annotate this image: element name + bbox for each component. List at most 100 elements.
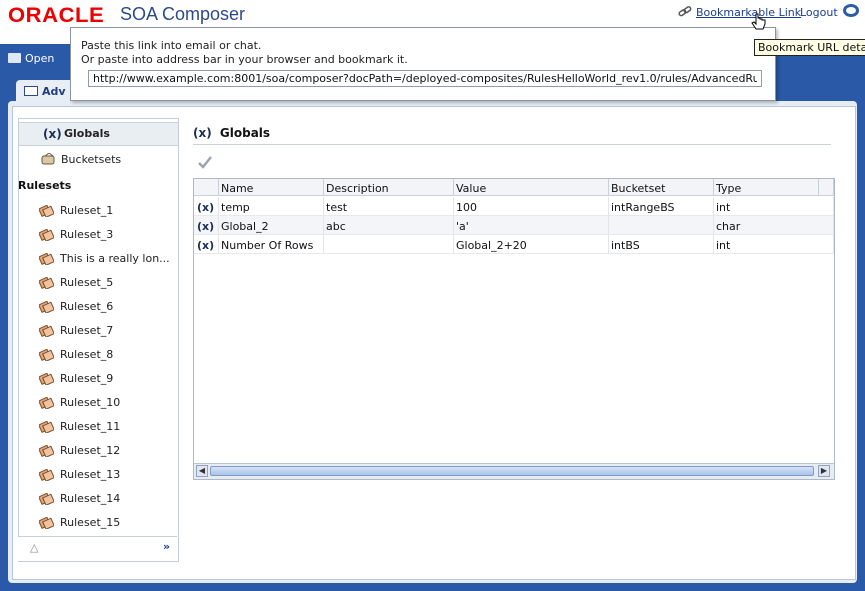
bucketset-icon — [41, 153, 55, 165]
row-x-icon: (x) — [194, 235, 219, 254]
hand-cursor-icon — [751, 13, 766, 30]
col-header-value[interactable]: Value — [454, 179, 609, 196]
table-cell-bucketset[interactable] — [609, 216, 714, 235]
nav-item-ruleset[interactable]: Ruleset_13 — [18, 463, 177, 487]
oracle-logo: ORACLE — [8, 4, 105, 27]
nav-item-globals[interactable]: (x) Globals — [19, 122, 178, 146]
collapse-icon[interactable]: △ — [30, 541, 38, 554]
col-header-type[interactable]: Type — [714, 179, 819, 196]
nav-item-bucketsets[interactable]: Bucketsets — [19, 148, 178, 172]
table-cell-name[interactable]: Number Of Rows — [219, 235, 324, 254]
ruleset-list: Ruleset_1 Ruleset_3 This is a really lon..… — [18, 199, 177, 535]
col-header-name[interactable]: Name — [219, 179, 324, 196]
link-chain-icon — [678, 6, 692, 17]
nav-item-ruleset[interactable]: Ruleset_15 — [18, 511, 177, 535]
nav-item-ruleset[interactable]: Ruleset_8 — [18, 343, 177, 367]
globals-table: Name Description Value Bucketset Type (x… — [193, 178, 835, 480]
globals-title-x-icon: (x) — [193, 126, 212, 140]
ruleset-label: This is a really lon... — [60, 252, 170, 265]
table-cell-type[interactable]: char — [714, 216, 834, 235]
bookmarkable-link-label: Bookmarkable Link — [696, 6, 802, 19]
nav-item-ruleset[interactable]: Ruleset_1 — [18, 199, 177, 223]
globals-x-icon: (x) — [43, 127, 62, 141]
ruleset-label: Ruleset_14 — [60, 492, 121, 505]
ruleset-label: Ruleset_8 — [60, 348, 114, 361]
ruleset-label: Ruleset_11 — [60, 420, 121, 433]
ruleset-label: Ruleset_13 — [60, 468, 121, 481]
popup-instruction-2: Or paste into address bar in your browse… — [81, 53, 408, 66]
ruleset-label: Ruleset_3 — [60, 228, 114, 241]
title-divider — [193, 144, 831, 145]
table-cell-name[interactable]: Global_2 — [219, 216, 324, 235]
folder-icon — [8, 53, 21, 63]
tab-advanced-rules[interactable]: Adv — [16, 80, 76, 102]
nav-bucketsets-label: Bucketsets — [61, 153, 122, 166]
horizontal-scrollbar[interactable]: ◀ ▶ — [194, 463, 834, 479]
bookmark-popup: Paste this link into email or chat. Or p… — [70, 27, 776, 101]
ruleset-label: Ruleset_6 — [60, 300, 114, 313]
ruleset-icon — [39, 469, 54, 481]
logout-link[interactable]: Logout — [800, 6, 838, 19]
table-cell-name[interactable]: temp — [219, 197, 324, 216]
ruleset-icon — [39, 373, 54, 385]
ruleset-icon — [39, 229, 54, 241]
scrollbar-thumb[interactable] — [210, 466, 814, 476]
row-x-icon: (x) — [194, 197, 219, 216]
nav-item-ruleset[interactable]: Ruleset_5 — [18, 271, 177, 295]
ruleset-label: Ruleset_7 — [60, 324, 114, 337]
ruleset-icon — [39, 325, 54, 337]
ruleset-icon — [39, 349, 54, 361]
table-cell-type[interactable]: int — [714, 235, 834, 254]
nav-item-ruleset[interactable]: Ruleset_6 — [18, 295, 177, 319]
table-cell-bucketset[interactable]: intRangeBS — [609, 197, 714, 216]
expand-icon[interactable]: » — [163, 540, 170, 553]
ruleset-label: Ruleset_1 — [60, 204, 114, 217]
scroll-left-icon[interactable]: ◀ — [196, 465, 208, 477]
scroll-right-icon[interactable]: ▶ — [818, 465, 830, 477]
bookmarkable-link[interactable]: Bookmarkable Link — [678, 6, 801, 19]
table-cell-description[interactable]: test — [324, 197, 454, 216]
nav-item-ruleset[interactable]: Ruleset_7 — [18, 319, 177, 343]
table-cell-type[interactable]: int — [714, 197, 834, 216]
row-x-icon: (x) — [194, 216, 219, 235]
ruleset-icon — [39, 205, 54, 217]
table-cell-bucketset[interactable]: intBS — [609, 235, 714, 254]
bookmark-tooltip: Bookmark URL details — [754, 39, 865, 56]
table-cell-value[interactable]: 100 — [454, 197, 609, 216]
oracle-oval-icon — [843, 4, 859, 17]
ruleset-icon — [39, 493, 54, 505]
nav-item-ruleset[interactable]: Ruleset_14 — [18, 487, 177, 511]
col-header-icon — [194, 179, 219, 196]
nav-item-ruleset[interactable]: Ruleset_10 — [18, 391, 177, 415]
ruleset-label: Ruleset_10 — [60, 396, 121, 409]
open-button-label: Open — [25, 52, 55, 65]
book-icon — [24, 86, 38, 96]
table-cell-description[interactable] — [324, 235, 454, 254]
ruleset-icon — [39, 445, 54, 457]
ruleset-icon — [39, 517, 54, 529]
nav-item-ruleset[interactable]: This is a really lon... — [18, 247, 177, 271]
open-button[interactable]: Open — [8, 52, 66, 72]
nav-item-ruleset[interactable]: Ruleset_3 — [18, 223, 177, 247]
rulesets-header: Rulesets — [18, 179, 72, 192]
col-header-spacer — [819, 179, 834, 196]
col-header-description[interactable]: Description — [324, 179, 454, 196]
nav-globals-label: Globals — [64, 127, 110, 140]
col-header-bucketset[interactable]: Bucketset — [609, 179, 714, 196]
nav-item-ruleset[interactable]: Ruleset_9 — [18, 367, 177, 391]
bookmark-url-field[interactable] — [88, 70, 762, 87]
ruleset-label: Ruleset_12 — [60, 444, 121, 457]
validate-check-icon[interactable] — [197, 155, 213, 169]
nav-item-ruleset[interactable]: Ruleset_12 — [18, 439, 177, 463]
nav-item-ruleset[interactable]: Ruleset_11 — [18, 415, 177, 439]
table-cell-value[interactable]: Global_2+20 — [454, 235, 609, 254]
table-cell-value[interactable]: 'a' — [454, 216, 609, 235]
globals-title-label: Globals — [219, 126, 271, 140]
ruleset-icon — [39, 421, 54, 433]
table-cell-description[interactable]: abc — [324, 216, 454, 235]
ruleset-icon — [39, 253, 54, 265]
product-title: SOA Composer — [120, 4, 246, 24]
navigator-footer: △ » — [18, 536, 177, 561]
ruleset-label: Ruleset_15 — [60, 516, 121, 529]
ruleset-icon — [39, 277, 54, 289]
